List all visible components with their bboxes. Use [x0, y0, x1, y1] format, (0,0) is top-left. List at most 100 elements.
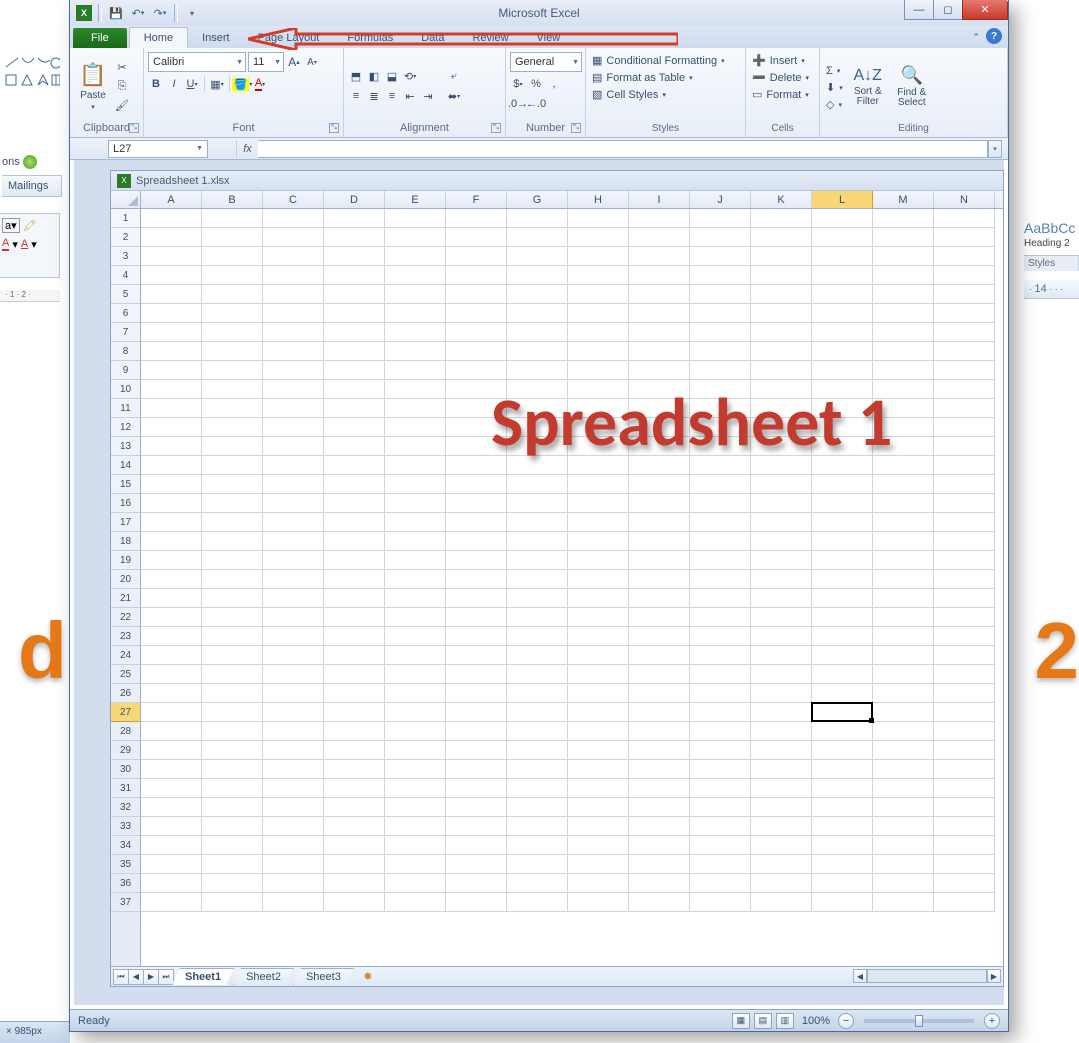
orientation-icon[interactable]: ⟲▾: [402, 68, 418, 84]
cell-L25[interactable]: [812, 665, 873, 684]
page-layout-view-icon[interactable]: ▤: [754, 1013, 772, 1029]
cell-styles-button[interactable]: ▧Cell Styles ▾: [590, 87, 741, 102]
cell-C25[interactable]: [263, 665, 324, 684]
increase-decimal-icon[interactable]: .0→: [510, 96, 526, 112]
help-icon[interactable]: ?: [986, 28, 1002, 44]
font-name-combo[interactable]: Calibri▼: [148, 52, 246, 72]
cell-G18[interactable]: [507, 532, 568, 551]
percent-format-icon[interactable]: %: [528, 76, 544, 92]
comma-format-icon[interactable]: ,: [546, 76, 562, 92]
cell-J8[interactable]: [690, 342, 751, 361]
cell-M18[interactable]: [873, 532, 934, 551]
column-header-A[interactable]: A: [141, 191, 202, 208]
cell-K9[interactable]: [751, 361, 812, 380]
cell-M36[interactable]: [873, 874, 934, 893]
cell-G28[interactable]: [507, 722, 568, 741]
cell-B25[interactable]: [202, 665, 263, 684]
cell-A2[interactable]: [141, 228, 202, 247]
row-header-27[interactable]: 27: [111, 703, 140, 722]
cell-G11[interactable]: [507, 399, 568, 418]
cell-G31[interactable]: [507, 779, 568, 798]
cell-E26[interactable]: [385, 684, 446, 703]
cell-D24[interactable]: [324, 646, 385, 665]
row-header-37[interactable]: 37: [111, 893, 140, 912]
cell-I10[interactable]: [629, 380, 690, 399]
cell-F7[interactable]: [446, 323, 507, 342]
cell-F16[interactable]: [446, 494, 507, 513]
cell-N20[interactable]: [934, 570, 995, 589]
row-header-15[interactable]: 15: [111, 475, 140, 494]
cell-G33[interactable]: [507, 817, 568, 836]
align-middle-icon[interactable]: ◧: [366, 68, 382, 84]
cell-G4[interactable]: [507, 266, 568, 285]
increase-indent-icon[interactable]: ⇥: [420, 88, 436, 104]
cell-B33[interactable]: [202, 817, 263, 836]
cell-J5[interactable]: [690, 285, 751, 304]
sheet-tab-sheet2[interactable]: Sheet2: [233, 968, 294, 985]
cell-H7[interactable]: [568, 323, 629, 342]
cell-D2[interactable]: [324, 228, 385, 247]
cell-M6[interactable]: [873, 304, 934, 323]
cell-D7[interactable]: [324, 323, 385, 342]
row-header-34[interactable]: 34: [111, 836, 140, 855]
cell-G14[interactable]: [507, 456, 568, 475]
cell-K23[interactable]: [751, 627, 812, 646]
cell-L36[interactable]: [812, 874, 873, 893]
qat-customize-icon[interactable]: ▾: [184, 5, 200, 21]
cell-E21[interactable]: [385, 589, 446, 608]
cell-B29[interactable]: [202, 741, 263, 760]
row-header-1[interactable]: 1: [111, 209, 140, 228]
cell-N25[interactable]: [934, 665, 995, 684]
cell-H35[interactable]: [568, 855, 629, 874]
find-select-button[interactable]: 🔍 Find & Select: [891, 50, 933, 123]
cell-M11[interactable]: [873, 399, 934, 418]
cell-E27[interactable]: [385, 703, 446, 722]
cell-K24[interactable]: [751, 646, 812, 665]
cell-M7[interactable]: [873, 323, 934, 342]
cell-L17[interactable]: [812, 513, 873, 532]
cell-F33[interactable]: [446, 817, 507, 836]
cell-G1[interactable]: [507, 209, 568, 228]
cell-G21[interactable]: [507, 589, 568, 608]
cell-H16[interactable]: [568, 494, 629, 513]
cell-F37[interactable]: [446, 893, 507, 912]
tab-data[interactable]: Data: [407, 28, 458, 48]
cell-J17[interactable]: [690, 513, 751, 532]
cell-K14[interactable]: [751, 456, 812, 475]
cell-L19[interactable]: [812, 551, 873, 570]
cell-B22[interactable]: [202, 608, 263, 627]
cell-F26[interactable]: [446, 684, 507, 703]
row-header-36[interactable]: 36: [111, 874, 140, 893]
cell-L9[interactable]: [812, 361, 873, 380]
column-header-N[interactable]: N: [934, 191, 995, 208]
cell-N12[interactable]: [934, 418, 995, 437]
cell-G15[interactable]: [507, 475, 568, 494]
cell-F2[interactable]: [446, 228, 507, 247]
cell-C9[interactable]: [263, 361, 324, 380]
cell-L5[interactable]: [812, 285, 873, 304]
cell-F1[interactable]: [446, 209, 507, 228]
cell-D33[interactable]: [324, 817, 385, 836]
cell-L29[interactable]: [812, 741, 873, 760]
row-header-16[interactable]: 16: [111, 494, 140, 513]
format-painter-icon[interactable]: 🖌: [114, 97, 130, 113]
cell-A25[interactable]: [141, 665, 202, 684]
row-header-22[interactable]: 22: [111, 608, 140, 627]
cell-D10[interactable]: [324, 380, 385, 399]
row-header-3[interactable]: 3: [111, 247, 140, 266]
cell-E5[interactable]: [385, 285, 446, 304]
cell-M17[interactable]: [873, 513, 934, 532]
cell-B8[interactable]: [202, 342, 263, 361]
borders-button[interactable]: ▦▾: [209, 76, 225, 92]
cell-N29[interactable]: [934, 741, 995, 760]
align-bottom-icon[interactable]: ⬓: [384, 68, 400, 84]
cell-E9[interactable]: [385, 361, 446, 380]
cell-I31[interactable]: [629, 779, 690, 798]
cell-G16[interactable]: [507, 494, 568, 513]
cell-A24[interactable]: [141, 646, 202, 665]
cell-K29[interactable]: [751, 741, 812, 760]
cell-L21[interactable]: [812, 589, 873, 608]
cell-K21[interactable]: [751, 589, 812, 608]
row-headers[interactable]: 1234567891011121314151617181920212223242…: [111, 209, 141, 966]
cell-D13[interactable]: [324, 437, 385, 456]
